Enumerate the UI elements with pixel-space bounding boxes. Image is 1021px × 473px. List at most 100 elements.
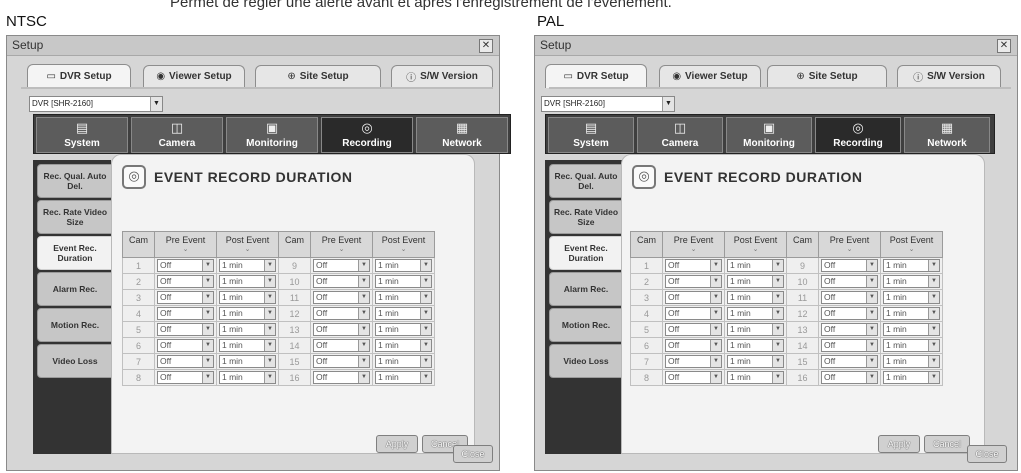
tab-dvr-setup[interactable]: ▭ DVR Setup bbox=[545, 64, 647, 88]
category-recording[interactable]: ◎ Recording bbox=[815, 117, 901, 153]
tab-site-setup[interactable]: ⊕ Site Setup bbox=[255, 65, 381, 87]
post-event-select[interactable]: 1 min ▼ bbox=[727, 275, 784, 288]
window-close-x-button[interactable]: ✕ bbox=[997, 39, 1011, 53]
post-event-select[interactable]: 1 min ▼ bbox=[727, 371, 784, 384]
post-event-select[interactable]: 1 min ▼ bbox=[219, 323, 276, 336]
tab-s-w-version[interactable]: ⓘ S/W Version bbox=[897, 65, 1001, 87]
post-event-select[interactable]: 1 min ▼ bbox=[375, 307, 432, 320]
pre-event-select[interactable]: Off ▼ bbox=[821, 371, 878, 384]
pre-event-select[interactable]: Off ▼ bbox=[821, 323, 878, 336]
pre-event-select[interactable]: Off ▼ bbox=[821, 275, 878, 288]
pre-event-select[interactable]: Off ▼ bbox=[157, 339, 214, 352]
post-event-select[interactable]: 1 min ▼ bbox=[883, 291, 940, 304]
post-event-select[interactable]: 1 min ▼ bbox=[219, 371, 276, 384]
side-item-video-loss[interactable]: Video Loss bbox=[549, 344, 623, 378]
tab-dvr-setup[interactable]: ▭ DVR Setup bbox=[27, 64, 131, 88]
post-event-select[interactable]: 1 min ▼ bbox=[219, 307, 276, 320]
pre-event-select[interactable]: Off ▼ bbox=[665, 371, 722, 384]
category-network[interactable]: ▦ Network bbox=[904, 117, 990, 153]
post-event-select[interactable]: 1 min ▼ bbox=[219, 355, 276, 368]
pre-event-select[interactable]: Off ▼ bbox=[665, 259, 722, 272]
post-event-select[interactable]: 1 min ▼ bbox=[727, 307, 784, 320]
tab-viewer-setup[interactable]: ◉ Viewer Setup bbox=[659, 65, 761, 87]
apply-button[interactable]: Apply bbox=[376, 435, 418, 453]
side-item-rec-qual-auto-del[interactable]: Rec. Qual. Auto Del. bbox=[549, 164, 623, 198]
pre-event-select[interactable]: Off ▼ bbox=[665, 323, 722, 336]
post-event-select[interactable]: 1 min ▼ bbox=[883, 323, 940, 336]
post-event-select[interactable]: 1 min ▼ bbox=[375, 323, 432, 336]
side-item-event-rec-duration[interactable]: Event Rec. Duration bbox=[37, 236, 113, 270]
pre-event-select[interactable]: Off ▼ bbox=[313, 339, 370, 352]
tab-site-setup[interactable]: ⊕ Site Setup bbox=[767, 65, 887, 87]
pre-event-select[interactable]: Off ▼ bbox=[665, 355, 722, 368]
post-event-select[interactable]: 1 min ▼ bbox=[883, 339, 940, 352]
side-item-motion-rec[interactable]: Motion Rec. bbox=[37, 308, 113, 342]
post-event-select[interactable]: 1 min ▼ bbox=[375, 275, 432, 288]
post-event-select[interactable]: 1 min ▼ bbox=[375, 259, 432, 272]
post-event-select[interactable]: 1 min ▼ bbox=[883, 275, 940, 288]
pre-event-select[interactable]: Off ▼ bbox=[313, 323, 370, 336]
side-item-video-loss[interactable]: Video Loss bbox=[37, 344, 113, 378]
pre-event-select[interactable]: Off ▼ bbox=[821, 355, 878, 368]
post-event-select[interactable]: 1 min ▼ bbox=[727, 259, 784, 272]
category-monitoring[interactable]: ▣ Monitoring bbox=[726, 117, 812, 153]
pre-event-select[interactable]: Off ▼ bbox=[821, 291, 878, 304]
pre-event-select[interactable]: Off ▼ bbox=[313, 355, 370, 368]
pre-event-select[interactable]: Off ▼ bbox=[821, 339, 878, 352]
category-system[interactable]: ▤ System bbox=[548, 117, 634, 153]
side-item-motion-rec[interactable]: Motion Rec. bbox=[549, 308, 623, 342]
pre-event-select[interactable]: Off ▼ bbox=[157, 259, 214, 272]
side-item-event-rec-duration[interactable]: Event Rec. Duration bbox=[549, 236, 623, 270]
post-event-select[interactable]: 1 min ▼ bbox=[219, 339, 276, 352]
side-item-rec-rate-video-size[interactable]: Rec. Rate Video Size bbox=[37, 200, 113, 234]
post-event-select[interactable]: 1 min ▼ bbox=[375, 291, 432, 304]
post-event-select[interactable]: 1 min ▼ bbox=[883, 259, 940, 272]
category-monitoring[interactable]: ▣ Monitoring bbox=[226, 117, 318, 153]
post-event-select[interactable]: 1 min ▼ bbox=[375, 339, 432, 352]
window-close-x-button[interactable]: ✕ bbox=[479, 39, 493, 53]
pre-event-select[interactable]: Off ▼ bbox=[157, 291, 214, 304]
post-event-select[interactable]: 1 min ▼ bbox=[219, 291, 276, 304]
post-event-select[interactable]: 1 min ▼ bbox=[883, 371, 940, 384]
pre-event-select[interactable]: Off ▼ bbox=[665, 307, 722, 320]
dvr-select-dropdown[interactable]: DVR [SHR-2160] ▼ bbox=[541, 96, 675, 112]
pre-event-select[interactable]: Off ▼ bbox=[821, 259, 878, 272]
post-event-select[interactable]: 1 min ▼ bbox=[219, 275, 276, 288]
post-event-select[interactable]: 1 min ▼ bbox=[375, 371, 432, 384]
category-network[interactable]: ▦ Network bbox=[416, 117, 508, 153]
pre-event-select[interactable]: Off ▼ bbox=[313, 307, 370, 320]
category-system[interactable]: ▤ System bbox=[36, 117, 128, 153]
pre-event-select[interactable]: Off ▼ bbox=[665, 339, 722, 352]
pre-event-select[interactable]: Off ▼ bbox=[665, 275, 722, 288]
post-event-select[interactable]: 1 min ▼ bbox=[883, 355, 940, 368]
pre-event-select[interactable]: Off ▼ bbox=[157, 307, 214, 320]
post-event-select[interactable]: 1 min ▼ bbox=[727, 291, 784, 304]
close-button[interactable]: Close bbox=[453, 445, 493, 463]
pre-event-select[interactable]: Off ▼ bbox=[313, 259, 370, 272]
pre-event-select[interactable]: Off ▼ bbox=[313, 275, 370, 288]
post-event-select[interactable]: 1 min ▼ bbox=[727, 355, 784, 368]
category-recording[interactable]: ◎ Recording bbox=[321, 117, 413, 153]
side-item-rec-qual-auto-del[interactable]: Rec. Qual. Auto Del. bbox=[37, 164, 113, 198]
apply-button[interactable]: Apply bbox=[878, 435, 920, 453]
post-event-select[interactable]: 1 min ▼ bbox=[727, 323, 784, 336]
tab-viewer-setup[interactable]: ◉ Viewer Setup bbox=[143, 65, 245, 87]
side-item-alarm-rec[interactable]: Alarm Rec. bbox=[549, 272, 623, 306]
post-event-select[interactable]: 1 min ▼ bbox=[883, 307, 940, 320]
post-event-select[interactable]: 1 min ▼ bbox=[219, 259, 276, 272]
pre-event-select[interactable]: Off ▼ bbox=[821, 307, 878, 320]
side-item-rec-rate-video-size[interactable]: Rec. Rate Video Size bbox=[549, 200, 623, 234]
pre-event-select[interactable]: Off ▼ bbox=[157, 275, 214, 288]
post-event-select[interactable]: 1 min ▼ bbox=[727, 339, 784, 352]
pre-event-select[interactable]: Off ▼ bbox=[313, 371, 370, 384]
post-event-select[interactable]: 1 min ▼ bbox=[375, 355, 432, 368]
category-camera[interactable]: ◫ Camera bbox=[131, 117, 223, 153]
category-camera[interactable]: ◫ Camera bbox=[637, 117, 723, 153]
pre-event-select[interactable]: Off ▼ bbox=[157, 371, 214, 384]
pre-event-select[interactable]: Off ▼ bbox=[313, 291, 370, 304]
side-item-alarm-rec[interactable]: Alarm Rec. bbox=[37, 272, 113, 306]
pre-event-select[interactable]: Off ▼ bbox=[665, 291, 722, 304]
tab-s-w-version[interactable]: ⓘ S/W Version bbox=[391, 65, 493, 87]
close-button[interactable]: Close bbox=[967, 445, 1007, 463]
cancel-button[interactable]: Cancel bbox=[924, 435, 970, 453]
